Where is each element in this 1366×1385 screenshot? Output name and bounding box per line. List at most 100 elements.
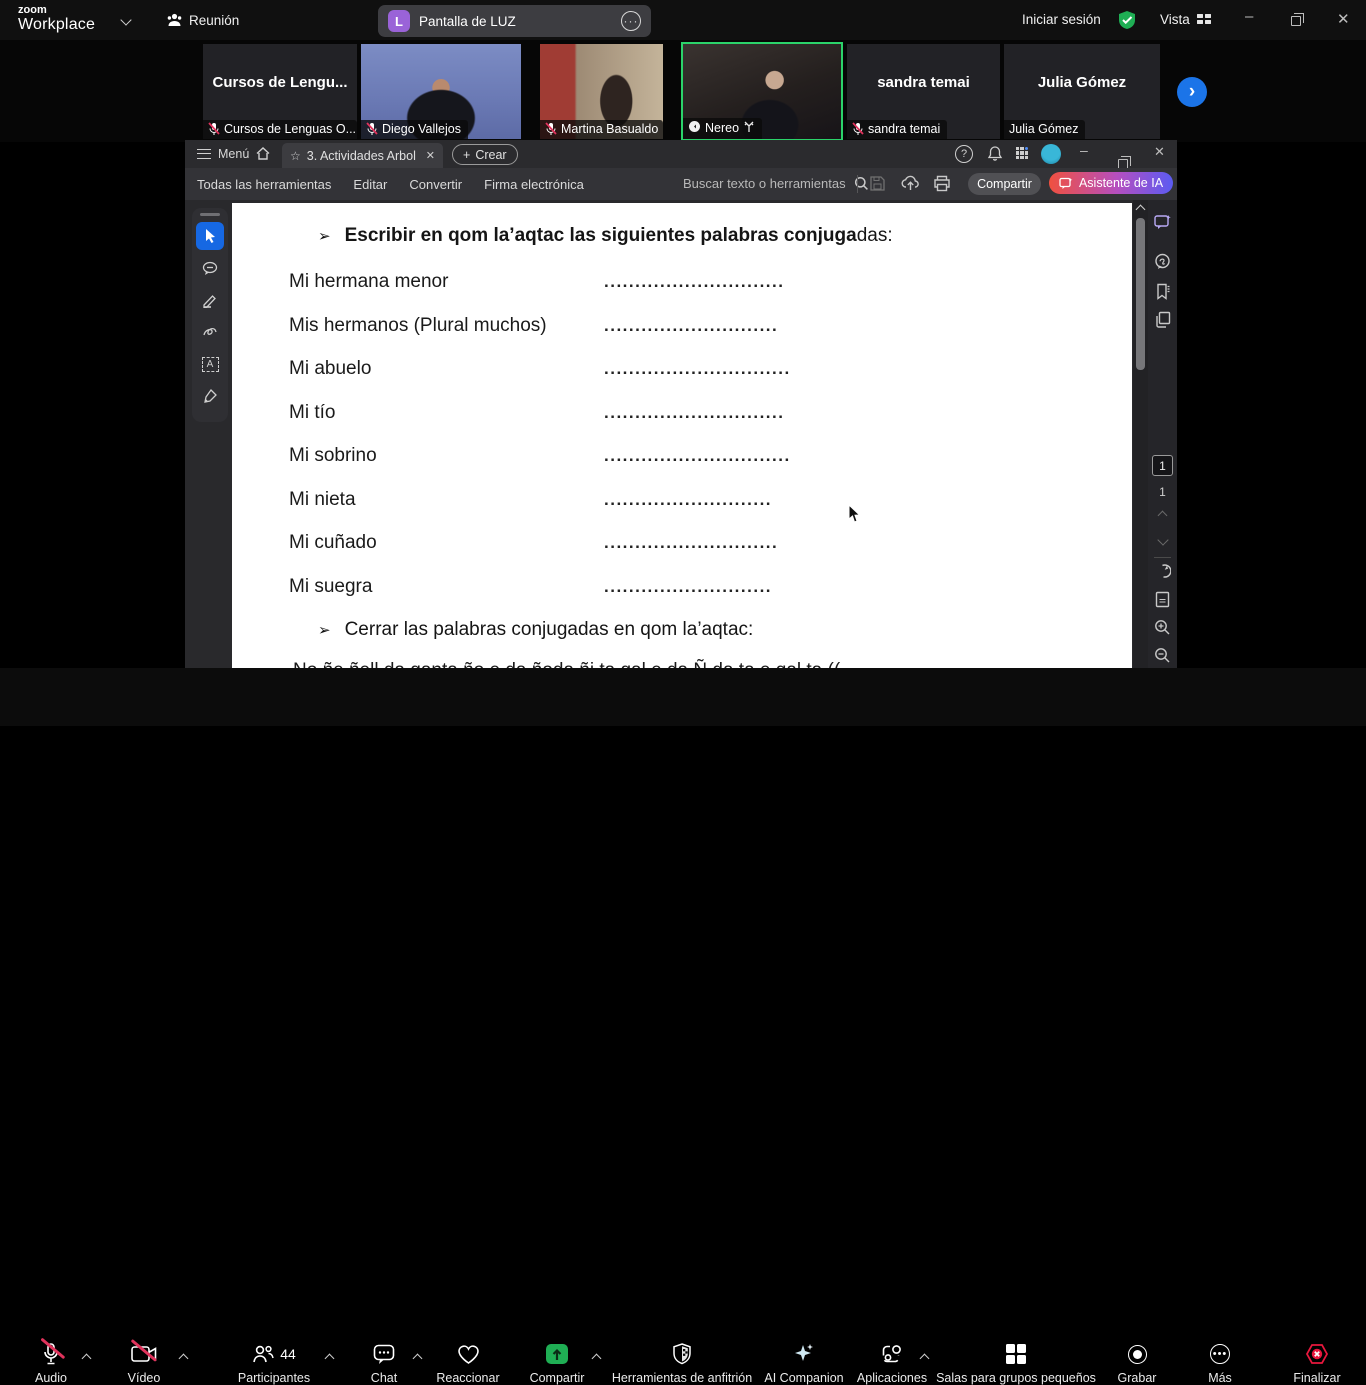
next-page-icon[interactable] <box>1157 534 1168 545</box>
participant-tile-diego[interactable]: Diego Vallejos <box>361 44 521 139</box>
scrollbar-thumb[interactable] <box>1136 218 1145 370</box>
comment-tool[interactable] <box>196 254 224 282</box>
participant-label: Martina Basualdo <box>540 120 663 139</box>
video-button[interactable]: Vídeo <box>112 1342 176 1385</box>
toolbar-esign[interactable]: Firma electrónica <box>484 177 584 192</box>
select-text-box-tool[interactable]: A <box>196 350 224 378</box>
home-icon[interactable] <box>255 146 271 166</box>
participants-options-chevron[interactable] <box>322 1351 336 1365</box>
apps-grid-icon[interactable] <box>1016 147 1030 161</box>
rotate-page-icon[interactable] <box>1153 562 1172 581</box>
tab-close-icon[interactable]: ✕ <box>426 149 435 162</box>
notifications-bell-icon[interactable] <box>987 145 1003 167</box>
tab-reunion[interactable]: Reunión <box>189 13 239 28</box>
exercise-row: Mi abuelo.............................. <box>289 358 791 380</box>
share-button[interactable]: Compartir <box>968 173 1041 195</box>
breakout-grid-icon <box>1006 1344 1027 1365</box>
window-close-button[interactable]: ✕ <box>1337 10 1350 28</box>
help-icon[interactable]: ? <box>955 145 973 163</box>
save-icon[interactable] <box>869 175 886 197</box>
participant-tile-martina[interactable]: Martina Basualdo <box>540 44 663 139</box>
menu-hamburger-icon[interactable] <box>197 149 211 159</box>
view-button[interactable]: Vista <box>1160 12 1190 27</box>
view-layout-icon[interactable] <box>1197 14 1211 24</box>
mouse-cursor <box>848 504 862 529</box>
shared-screen-pill[interactable]: L Pantalla de LUZ ··· <box>378 5 651 37</box>
participant-label: Julia Gómez <box>1004 120 1085 139</box>
create-button[interactable]: + Crear <box>452 144 518 165</box>
document-tab-title: 3. Actividades Arbol ... <box>307 149 420 163</box>
avatar: L <box>388 10 410 32</box>
chat-button[interactable]: Chat <box>356 1342 412 1385</box>
zoom-out-icon[interactable] <box>1153 646 1172 665</box>
chat-options-chevron[interactable] <box>410 1351 424 1365</box>
highlight-tool[interactable] <box>196 286 224 314</box>
bookmarks-panel-icon[interactable] <box>1153 282 1172 301</box>
video-options-chevron[interactable] <box>176 1351 190 1365</box>
fill-sign-tool[interactable] <box>196 382 224 410</box>
previous-page-icon[interactable] <box>1158 511 1168 521</box>
comments-panel-icon[interactable] <box>1153 252 1172 271</box>
react-button[interactable]: Reaccionar <box>428 1342 508 1385</box>
search-input[interactable]: Buscar texto o herramientas <box>683 176 869 191</box>
window-minimize-button[interactable]: – <box>1245 8 1253 25</box>
toolbar-edit[interactable]: Editar <box>353 177 387 192</box>
arrow-bullet-icon: ➢ <box>318 227 331 245</box>
window-restore-button[interactable] <box>1291 16 1301 26</box>
ai-assistant-panel-icon[interactable] <box>1153 212 1172 231</box>
participant-tile-cursos[interactable]: Cursos de Lengu... Cursos de Lenguas O..… <box>203 44 357 139</box>
participant-label: Diego Vallejos <box>361 120 468 139</box>
exercise-row: Mi nieta........................... <box>289 489 772 511</box>
share-screen-icon <box>546 1344 568 1364</box>
security-shield-icon[interactable] <box>1117 10 1137 35</box>
breakout-rooms-button[interactable]: Salas para grupos pequeños <box>926 1342 1106 1385</box>
acrobat-close-button[interactable]: ✕ <box>1154 144 1165 160</box>
host-tools-button[interactable]: Herramientas de anfitrión <box>597 1342 767 1385</box>
star-icon[interactable]: ☆ <box>290 149 301 163</box>
participants-count: 44 <box>280 1346 296 1362</box>
acrobat-minimize-button[interactable]: – <box>1080 142 1088 158</box>
quick-tools-rail: A <box>192 208 228 422</box>
nereo-emoji-icon <box>743 120 755 136</box>
audio-options-chevron[interactable] <box>79 1351 93 1365</box>
participant-tile-julia[interactable]: Julia Gómez Julia Gómez <box>1004 44 1160 139</box>
zoom-in-icon[interactable] <box>1153 618 1172 637</box>
rail-drag-handle[interactable] <box>200 213 220 216</box>
participants-button[interactable]: 44 Participantes <box>224 1342 324 1385</box>
print-icon[interactable] <box>933 175 951 197</box>
upload-cloud-icon[interactable] <box>901 174 920 197</box>
audio-button[interactable]: Audio <box>20 1342 82 1385</box>
fit-page-icon[interactable] <box>1153 590 1172 609</box>
scroll-up-icon[interactable] <box>1136 205 1146 215</box>
more-icon: ••• <box>1210 1344 1230 1364</box>
apps-icon <box>881 1342 903 1366</box>
draw-tool[interactable] <box>196 318 224 346</box>
meeting-controls-bar: Audio Vídeo 44 Participantes Chat Reacci… <box>0 668 1366 726</box>
document-tab[interactable]: ☆ 3. Actividades Arbol ... ✕ <box>282 143 443 168</box>
toolbar-convert[interactable]: Convertir <box>409 177 462 192</box>
mic-muted-icon <box>852 122 864 136</box>
pill-more-icon[interactable]: ··· <box>621 11 641 31</box>
shared-screen-title: Pantalla de LUZ <box>419 14 612 29</box>
page-number-input[interactable]: 1 <box>1152 455 1173 476</box>
exercise-heading-2: ➢ Cerrar las palabras conjugadas en qom … <box>318 619 753 641</box>
workspace-chevron-down-icon[interactable] <box>120 14 131 25</box>
audio-active-icon <box>688 120 701 136</box>
share-screen-button[interactable]: Compartir <box>517 1342 597 1385</box>
exercise-heading: ➢ Escribir en qom la’aqtac las siguiente… <box>318 225 893 247</box>
ai-assistant-button[interactable]: Asistente de IA <box>1049 172 1173 194</box>
end-meeting-button[interactable]: Finalizar <box>1282 1342 1352 1385</box>
participant-tile-sandra[interactable]: sandra temai sandra temai <box>847 44 1000 139</box>
host-shield-icon <box>672 1342 692 1366</box>
menu-button[interactable]: Menú <box>218 147 249 161</box>
record-button[interactable]: Grabar <box>1105 1342 1169 1385</box>
account-avatar[interactable] <box>1041 144 1061 164</box>
document-scrollbar[interactable] <box>1133 200 1148 668</box>
sign-in-button[interactable]: Iniciar sesión <box>1022 12 1101 27</box>
next-participants-page-button[interactable]: › <box>1177 77 1207 107</box>
select-tool[interactable] <box>196 222 224 250</box>
toolbar-all-tools[interactable]: Todas las herramientas <box>197 177 331 192</box>
participant-tile-nereo-active-speaker[interactable]: Nereo <box>681 42 843 141</box>
more-button[interactable]: ••• Más <box>1190 1342 1250 1385</box>
pages-panel-icon[interactable] <box>1153 310 1172 329</box>
